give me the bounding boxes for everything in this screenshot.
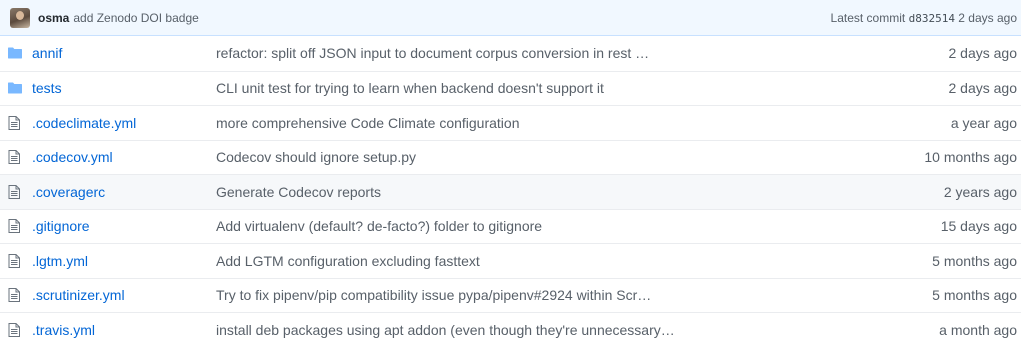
latest-commit-bar: osma add Zenodo DOI badge Latest commit … [0, 0, 1021, 36]
file-row: .scrutinizer.yml Try to fix pipenv/pip co… [0, 277, 1021, 313]
file-row: tests CLI unit test for trying to learn w… [0, 70, 1021, 106]
file-name-link[interactable]: annif [32, 45, 216, 61]
commit-age: 2 days ago [948, 45, 1018, 62]
commit-message-link[interactable]: Generate Codecov reports [216, 184, 756, 200]
file-row: .travis.yml install deb packages using ap… [0, 312, 1021, 347]
latest-commit-label: Latest commit [830, 10, 906, 25]
latest-commit-age: 2 days ago [958, 10, 1017, 25]
commit-age: 2 days ago [948, 80, 1018, 97]
commit-message-link[interactable]: install deb packages using apt addon (ev… [216, 322, 756, 338]
commit-age: a year ago [950, 114, 1017, 131]
commit-age: a month ago [939, 321, 1017, 338]
commit-message-link[interactable]: Try to fix pipenv/pip compatibility issu… [216, 287, 756, 303]
file-row: annif refactor: split off JSON input to d… [0, 36, 1021, 71]
commit-age: 10 months ago [924, 149, 1017, 166]
latest-commit-info: Latest commit d832514 2 days ago [831, 11, 1017, 25]
file-row: .codeclimate.yml more comprehensive Code … [0, 105, 1021, 140]
file-name-link[interactable]: tests [32, 80, 216, 96]
commit-age: 5 months ago [932, 252, 1017, 269]
file-name-link[interactable]: .lgtm.yml [32, 253, 216, 269]
file-icon [8, 322, 32, 337]
commit-message-link[interactable]: more comprehensive Code Climate configur… [216, 115, 756, 131]
folder-icon [8, 47, 32, 59]
commit-message-link[interactable]: Add virtualenv (default? de-facto?) fold… [216, 218, 756, 234]
file-row: .gitignore Add virtualenv (default? de-fa… [0, 208, 1021, 244]
commit-age: 5 months ago [932, 287, 1017, 304]
file-row: .lgtm.yml Add LGTM configuration excludin… [0, 243, 1021, 278]
file-name-link[interactable]: .codecov.yml [32, 149, 216, 165]
commit-author[interactable]: osma [38, 11, 69, 25]
file-list: annif refactor: split off JSON input to d… [0, 36, 1021, 347]
file-row: .codecov.yml Codecov should ignore setup.… [0, 139, 1021, 175]
file-icon [8, 219, 32, 234]
commit-message[interactable]: add Zenodo DOI badge [73, 11, 198, 25]
commit-age: 2 years ago [943, 183, 1017, 200]
file-name-link[interactable]: .codeclimate.yml [32, 115, 216, 131]
file-icon [8, 184, 32, 199]
commit-message-link[interactable]: refactor: split off JSON input to docume… [216, 45, 756, 61]
file-name-link[interactable]: .gitignore [32, 218, 216, 234]
file-icon [8, 253, 32, 268]
commit-message-link[interactable]: CLI unit test for trying to learn when b… [216, 80, 756, 96]
author-avatar[interactable] [10, 7, 30, 28]
file-icon [8, 288, 32, 303]
file-row: .coveragerc Generate Codecov reports 2 yea… [0, 174, 1021, 209]
file-name-link[interactable]: .coveragerc [32, 184, 216, 200]
file-icon [8, 115, 32, 130]
folder-icon [8, 82, 32, 94]
file-icon [8, 150, 32, 165]
file-name-link[interactable]: .travis.yml [32, 322, 216, 338]
commit-message-link[interactable]: Codecov should ignore setup.py [216, 149, 756, 165]
commit-sha[interactable]: d832514 [909, 12, 955, 25]
commit-age: 15 days ago [940, 218, 1017, 235]
commit-message-link[interactable]: Add LGTM configuration excluding fasttex… [216, 253, 756, 269]
file-name-link[interactable]: .scrutinizer.yml [32, 287, 216, 303]
